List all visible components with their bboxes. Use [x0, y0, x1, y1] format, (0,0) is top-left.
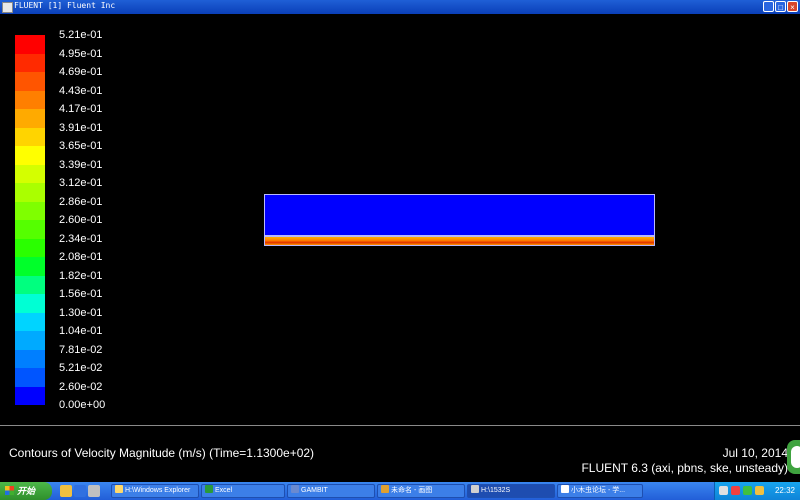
legend-swatch [15, 109, 45, 128]
legend-swatch [15, 386, 45, 405]
close-button[interactable]: × [787, 1, 798, 12]
legend-swatch [15, 201, 45, 220]
graphics-display[interactable]: 5.21e-01 4.95e-01 4.69e-01 4.43e-01 4.17e-01… [0, 14, 800, 425]
legend-label: 0.00e+00 [59, 399, 106, 411]
legend-swatch [15, 294, 45, 313]
legend-label: 1.30e-01 [59, 306, 103, 319]
tray-icon-security[interactable] [731, 486, 740, 495]
contour-caption: Contours of Velocity Magnitude (m/s) (Ti… [9, 446, 315, 460]
maximize-button[interactable]: □ [775, 1, 786, 12]
contour-domain-lower-strip [264, 236, 655, 246]
clock[interactable]: 22:32 [775, 486, 795, 495]
taskbar-item-paint[interactable]: 未命名 - 画图 [377, 484, 465, 498]
legend-label: 2.86e-01 [59, 195, 103, 208]
legend-label: 2.08e-01 [59, 251, 103, 263]
excel-icon [205, 485, 213, 493]
legend-swatch [15, 220, 45, 239]
legend-label: 3.12e-01 [59, 177, 103, 189]
legend-swatch [15, 72, 45, 91]
system-tray: 22:32 [714, 482, 800, 500]
legend-swatch [15, 349, 45, 368]
windows-flag-icon [5, 486, 14, 495]
legend-swatch [15, 146, 45, 165]
taskbar-item-gambit[interactable]: GAMBIT [287, 484, 375, 498]
legend-swatch [15, 53, 45, 72]
legend-label: 4.95e-01 [59, 47, 103, 60]
taskbar: 开始 H:\Windows Explorer Excel GAMBIT 未命名 … [0, 482, 800, 500]
plot-footer: Contours of Velocity Magnitude (m/s) (Ti… [0, 425, 800, 483]
tray-icon-input[interactable] [755, 486, 764, 495]
gambit-icon [291, 485, 299, 493]
legend-label: 2.60e-02 [59, 380, 103, 393]
paint-icon [381, 485, 389, 493]
legend-label: 7.81e-02 [59, 343, 103, 356]
legend-swatch [15, 164, 45, 183]
legend-label: 1.56e-01 [59, 288, 103, 300]
legend-label: 2.60e-01 [59, 214, 103, 226]
legend-swatch [15, 368, 45, 387]
legend-label: 3.39e-01 [59, 158, 103, 171]
fluent-app-icon [2, 2, 13, 13]
legend-swatch [15, 183, 45, 202]
legend-label: 2.34e-01 [59, 232, 103, 245]
legend-swatch [15, 331, 45, 350]
legend-label: 5.21e-01 [59, 29, 103, 41]
legend-label: 4.69e-01 [59, 66, 103, 78]
show-desktop-icon[interactable] [60, 485, 72, 497]
explorer-icon[interactable] [88, 485, 100, 497]
browser-icon[interactable] [74, 485, 86, 497]
legend-label: 3.91e-01 [59, 121, 103, 134]
legend-label: 3.65e-01 [59, 140, 103, 152]
start-label: 开始 [17, 486, 36, 496]
legend-swatch [15, 238, 45, 257]
taskbar-item-fluent[interactable]: H:\1532S [467, 484, 555, 498]
plot-date: Jul 10, 2014 [722, 446, 788, 460]
minimize-button[interactable]: _ [763, 1, 774, 12]
legend-label: 4.43e-01 [59, 84, 103, 97]
taskbar-item-excel[interactable]: Excel [201, 484, 285, 498]
taskbar-item-browser[interactable]: 小木虫论坛 - 学... [557, 484, 643, 498]
legend-swatch [15, 257, 45, 276]
legend-swatch [15, 127, 45, 146]
start-button[interactable]: 开始 [0, 482, 52, 500]
legend-swatch [15, 90, 45, 109]
window-title: FLUENT [1] Fluent Inc [14, 1, 116, 10]
taskbar-item-explorer[interactable]: H:\Windows Explorer [111, 484, 199, 498]
window-title-bar[interactable]: FLUENT [1] Fluent Inc _ □ × [0, 0, 800, 14]
legend-swatch [15, 275, 45, 294]
solver-version: FLUENT 6.3 (axi, pbns, ske, unsteady) [581, 461, 788, 475]
legend-label: 1.82e-01 [59, 269, 103, 282]
tray-icon-network[interactable] [719, 486, 728, 495]
browser-task-icon [561, 485, 569, 493]
contour-domain-upper [264, 194, 655, 236]
legend-label: 1.04e-01 [59, 325, 103, 337]
legend-swatch [15, 35, 45, 54]
fluent-task-icon [471, 485, 479, 493]
legend-label: 5.21e-02 [59, 362, 103, 374]
legend-swatch [15, 312, 45, 331]
notification-balloon-icon[interactable] [787, 440, 800, 474]
tray-icon-volume[interactable] [743, 486, 752, 495]
folder-icon [115, 485, 123, 493]
legend-label: 4.17e-01 [59, 103, 103, 115]
